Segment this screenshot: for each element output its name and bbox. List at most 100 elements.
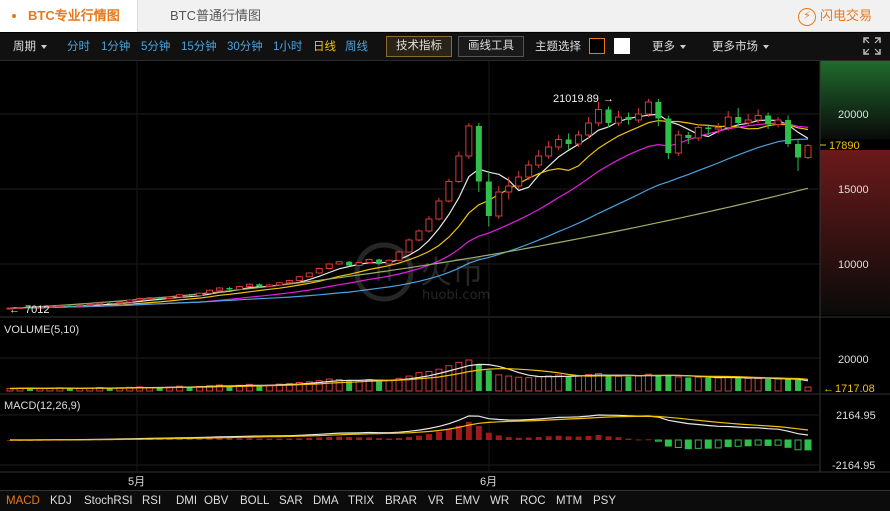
interval-weekly[interactable]: 周线 — [345, 33, 368, 61]
candle-body — [305, 272, 313, 278]
indicator-macd[interactable]: MACD — [6, 491, 40, 511]
volume-bar — [735, 378, 742, 391]
volume-bar — [685, 377, 692, 391]
tab-btc-pro-chart[interactable]: BTC专业行情图 — [0, 0, 138, 32]
indicator-trix[interactable]: TRIX — [348, 491, 374, 511]
indicator-roc[interactable]: ROC — [520, 491, 546, 511]
volume-bar — [455, 361, 463, 392]
candle-body — [126, 299, 134, 303]
macd-bar — [366, 437, 373, 440]
candle-body — [765, 115, 772, 125]
watermark-text: 火币 — [420, 253, 484, 291]
candle-body — [156, 297, 163, 299]
macd-bar — [306, 437, 313, 440]
interval-timeshare[interactable]: 分时 — [67, 33, 90, 61]
volume-bar — [575, 375, 583, 392]
interval-15min[interactable]: 15分钟 — [181, 33, 217, 61]
indicator-emv[interactable]: EMV — [455, 491, 480, 511]
macd-bar — [256, 438, 263, 440]
kline-chart[interactable]: H 火币 huobi.com 20000 15000 10000 17890 2… — [0, 61, 890, 490]
candle-body — [754, 115, 762, 121]
volume-bar — [385, 379, 393, 392]
volume-bar — [525, 377, 533, 392]
indicator-sar[interactable]: SAR — [279, 491, 303, 511]
theme-label: 主题选择 — [535, 41, 581, 53]
candle-body — [714, 127, 722, 130]
volume-bar — [36, 388, 44, 392]
indicator-stochrsi[interactable]: StochRSI — [84, 491, 133, 511]
macd-bar — [346, 437, 353, 440]
macd-bar — [286, 438, 293, 440]
macd-bar — [714, 439, 722, 449]
volume-bar — [765, 378, 772, 391]
candle-body — [385, 259, 393, 265]
macd-bar — [485, 432, 492, 440]
candle-body — [735, 117, 742, 123]
volume-bar — [625, 376, 632, 391]
macd-bar — [694, 439, 702, 449]
more-markets-dropdown[interactable]: 更多市场 — [712, 33, 769, 61]
interval-30min[interactable]: 30分钟 — [227, 33, 263, 61]
fullscreen-icon[interactable] — [862, 36, 882, 56]
interval-1hour[interactable]: 1小时 — [273, 33, 302, 61]
interval-1min[interactable]: 1分钟 — [101, 33, 130, 61]
indicator-wr[interactable]: WR — [490, 491, 509, 511]
candle-body — [634, 113, 642, 121]
candle-body — [315, 268, 323, 274]
candle-body — [774, 119, 782, 125]
macd-bar — [196, 438, 203, 440]
indicator-dma[interactable]: DMA — [313, 491, 339, 511]
period-dropdown[interactable]: 周期 — [13, 33, 47, 61]
candle-body — [475, 126, 482, 182]
candle-body — [346, 261, 353, 266]
volume-bar — [376, 379, 383, 391]
theme-light-swatch[interactable] — [614, 38, 630, 54]
volume-last-label: 1717.08 — [835, 383, 875, 395]
macd-bar — [804, 439, 812, 451]
macd-bar — [216, 438, 223, 440]
volume-bar — [774, 378, 782, 392]
indicator-obv[interactable]: OBV — [204, 491, 228, 511]
volume-bar — [425, 370, 433, 392]
indicator-vr[interactable]: VR — [428, 491, 444, 511]
interval-daily[interactable]: 日线 — [313, 33, 336, 61]
macd-bar — [645, 439, 652, 441]
volume-bar — [674, 376, 682, 392]
indicator-boll[interactable]: BOLL — [240, 491, 269, 511]
indicator-psy[interactable]: PSY — [593, 491, 616, 511]
tab-btc-normal-chart[interactable]: BTC普通行情图 — [170, 0, 261, 32]
macd-dea-line — [10, 415, 809, 441]
macd-bar — [664, 439, 672, 447]
macd-lines — [10, 414, 809, 441]
macd-bar — [734, 439, 742, 447]
macd-bar — [206, 438, 213, 440]
chevron-down-icon — [41, 44, 47, 49]
macd-bar — [316, 437, 323, 440]
candle-body — [795, 144, 802, 158]
macd-bar — [396, 438, 403, 440]
macd-bar — [376, 438, 383, 440]
macd-bar — [495, 435, 502, 440]
macd-histogram — [7, 421, 812, 451]
flash-trade-button[interactable]: ⚡ 闪电交易 — [797, 5, 872, 27]
volume-bar — [614, 375, 622, 392]
indicator-dmi[interactable]: DMI — [176, 491, 197, 511]
macd-bar — [654, 439, 662, 442]
tech-indicators-button[interactable]: 技术指标 — [386, 36, 452, 57]
price-tick-20000: 20000 — [838, 109, 869, 121]
indicator-mtm[interactable]: MTM — [556, 491, 582, 511]
macd-bar — [724, 439, 732, 448]
theme-dark-swatch[interactable] — [589, 38, 605, 54]
candle-body — [285, 280, 293, 284]
indicator-brar[interactable]: BRAR — [385, 491, 417, 511]
candle-body — [226, 288, 233, 290]
volume-bar — [485, 370, 492, 391]
interval-5min[interactable]: 5分钟 — [141, 33, 170, 61]
macd-bar — [535, 437, 542, 440]
more-dropdown[interactable]: 更多 — [652, 33, 686, 61]
candle-body — [215, 287, 223, 291]
indicator-rsi[interactable]: RSI — [142, 491, 161, 511]
indicator-kdj[interactable]: KDJ — [50, 491, 72, 511]
drawing-tools-button[interactable]: 画线工具 — [458, 36, 524, 57]
macd-bar — [595, 435, 602, 440]
